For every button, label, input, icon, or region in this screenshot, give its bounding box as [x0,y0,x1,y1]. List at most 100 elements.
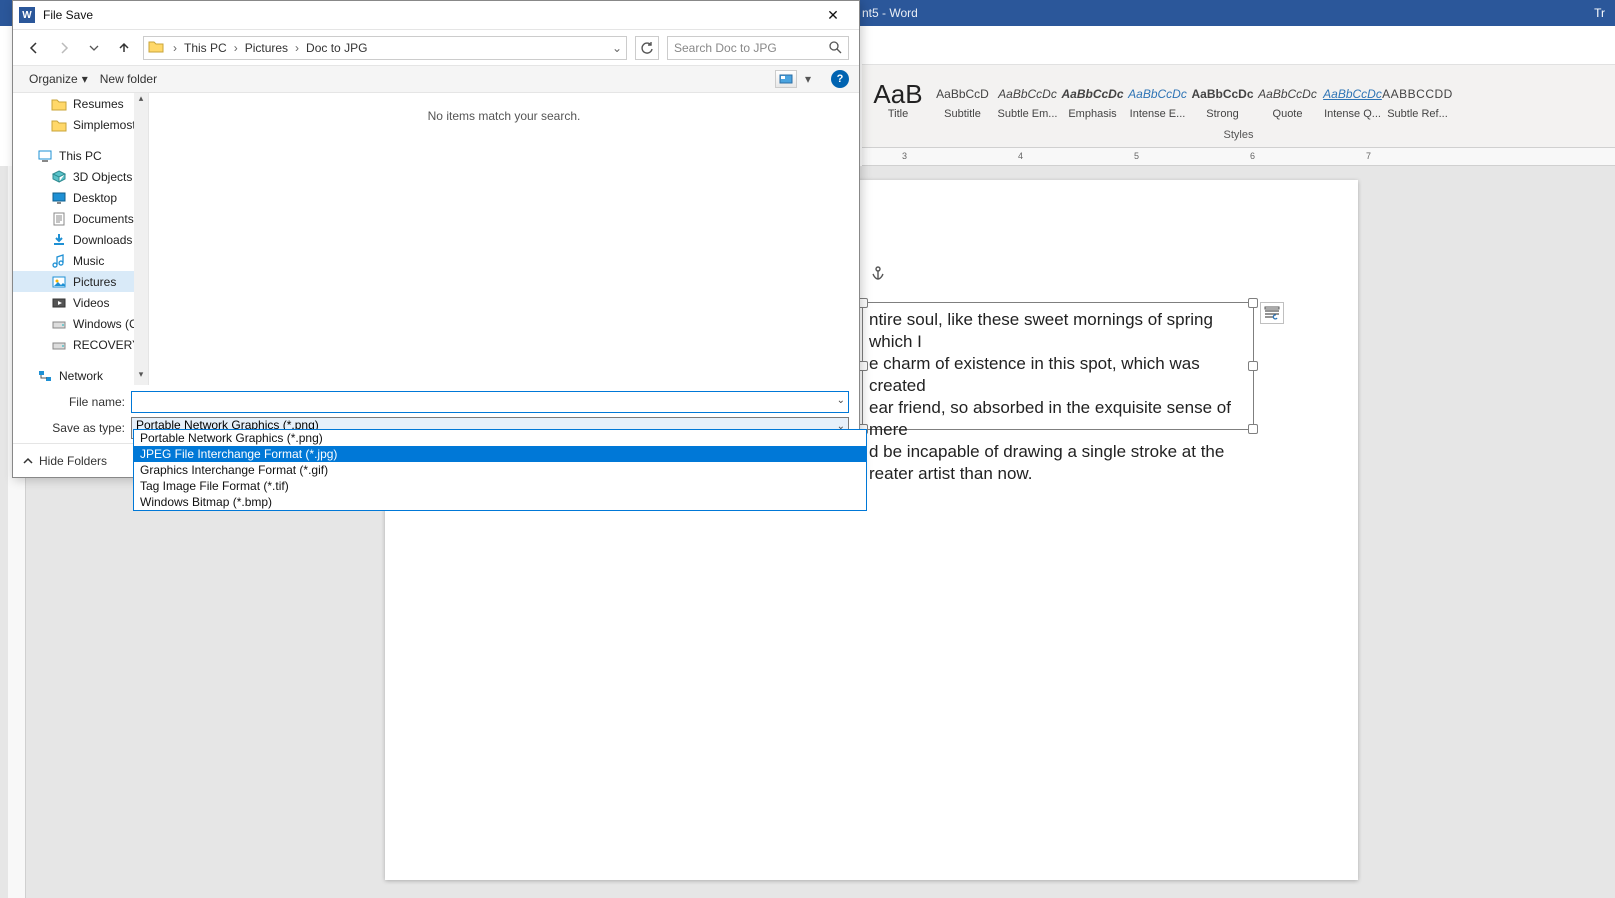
hide-folders-button[interactable]: Hide Folders [23,454,107,468]
scroll-down-icon[interactable]: ▾ [134,369,148,385]
dialog-toolbar: Organize ▾ New folder ▾ ? [13,65,859,93]
up-button[interactable] [113,37,135,59]
folder-icon [51,96,67,112]
filetype-option[interactable]: Windows Bitmap (*.bmp) [134,494,866,510]
filetype-option[interactable]: Tag Image File Format (*.tif) [134,478,866,494]
tree-item-resumes[interactable]: Resumes [13,93,135,114]
search-placeholder: Search Doc to JPG [674,41,777,55]
textbox-container: ntire soul, like these sweet mornings of… [862,262,1254,462]
search-input[interactable]: Search Doc to JPG [667,36,849,60]
resize-handle[interactable] [1248,424,1258,434]
resize-handle[interactable] [1248,361,1258,371]
tree-item-recovery-d-[interactable]: RECOVERY (D:) [13,334,135,355]
view-button[interactable] [775,70,797,88]
style-label: Emphasis [1061,108,1125,120]
filetype-option[interactable]: Portable Network Graphics (*.png) [134,430,866,446]
style-tile-quote[interactable]: AaBbCcDcQuote [1255,65,1320,121]
empty-message: No items match your search. [428,109,581,123]
ribbon: AaBTitleAaBbCcDSubtitleAaBbCcDcSubtle Em… [862,64,1615,148]
dialog-nav-row: › This PC › Pictures › Doc to JPG ⌄ Sear… [13,29,859,65]
style-label: Subtle Ref... [1386,108,1450,120]
tree-item-videos[interactable]: Videos [13,292,135,313]
tree-item-downloads[interactable]: Downloads [13,229,135,250]
dialog-titlebar[interactable]: W File Save ✕ [13,1,859,29]
tree-item-music[interactable]: Music [13,250,135,271]
crumb-doc-to-jpg[interactable]: Doc to JPG [302,41,371,55]
filetype-option[interactable]: JPEG File Interchange Format (*.jpg) [134,446,866,462]
saveastype-dropdown[interactable]: Portable Network Graphics (*.png)JPEG Fi… [133,429,867,511]
scroll-up-icon[interactable]: ▴ [134,93,148,109]
back-button[interactable] [23,37,45,59]
text-box[interactable]: ntire soul, like these sweet mornings of… [862,302,1254,430]
tree-item-windows-c-[interactable]: Windows (C:) [13,313,135,334]
tree-item-simplemost[interactable]: Simplemost [13,114,135,135]
breadcrumb-bar[interactable]: › This PC › Pictures › Doc to JPG ⌄ [143,36,627,60]
tree-item-documents[interactable]: Documents [13,208,135,229]
ruler-mark: 5 [1134,151,1139,161]
style-label: Subtitle [931,108,995,120]
style-tile-subtle-ref-[interactable]: AABBCCDDSubtle Ref... [1385,65,1450,121]
style-tile-title[interactable]: AaBTitle [866,65,930,121]
download-icon [51,232,67,248]
word-app-icon: W [19,7,35,23]
style-tile-intense-q-[interactable]: AaBbCcDc Intense Q... [1320,65,1385,121]
style-tile-subtitle[interactable]: AaBbCcD Subtitle [930,65,995,121]
resize-handle[interactable] [1248,298,1258,308]
address-dropdown-icon[interactable]: ⌄ [608,41,626,55]
forward-button[interactable] [53,37,75,59]
layout-options-button[interactable] [1260,302,1284,324]
search-icon [829,41,842,54]
view-dropdown-button[interactable]: ▾ [797,68,819,90]
dialog-body: ResumesSimplemost This PC3D ObjectsDeskto… [13,93,859,385]
chevron-up-icon [23,456,33,466]
word-title: nt5 - Word [862,6,918,20]
ruler-mark: 7 [1366,151,1371,161]
filetype-option[interactable]: Graphics Interchange Format (*.gif) [134,462,866,478]
crumb-chevron-icon[interactable]: › [231,41,241,55]
style-label: Title [866,108,930,120]
style-label: Intense Q... [1321,108,1385,120]
close-button[interactable]: ✕ [813,3,853,27]
desktop-icon [51,190,67,206]
style-tile-strong[interactable]: AaBbCcDcStrong [1190,65,1255,121]
textbox-content[interactable]: ntire soul, like these sweet mornings of… [869,309,1247,485]
crumb-this-pc[interactable]: This PC [180,41,231,55]
refresh-button[interactable] [635,36,659,60]
tree-item-desktop[interactable]: Desktop [13,187,135,208]
style-sample: AaBbCcD [936,82,989,106]
new-folder-button[interactable]: New folder [94,70,163,88]
organize-button[interactable]: Organize ▾ [23,70,94,88]
word-title-right: Tr [1594,6,1605,20]
crumb-chevron-icon[interactable]: › [170,41,180,55]
nav-tree[interactable]: ResumesSimplemost This PC3D ObjectsDeskto… [13,93,149,385]
crumb-pictures[interactable]: Pictures [241,41,292,55]
video-icon [51,295,67,311]
file-list-area[interactable]: No items match your search. [149,93,859,385]
style-tile-subtle-em-[interactable]: AaBbCcDcSubtle Em... [995,65,1060,121]
file-save-dialog: W File Save ✕ › This PC › Pictures › Doc… [12,0,860,478]
horizontal-ruler[interactable]: 34567 [862,148,1615,166]
tree-item--d-objects[interactable]: 3D Objects [13,166,135,187]
ruler-mark: 6 [1250,151,1255,161]
drive-icon [51,337,67,353]
style-tile-emphasis[interactable]: AaBbCcDcEmphasis [1060,65,1125,121]
help-button[interactable]: ? [831,70,849,88]
recent-locations-button[interactable] [83,37,105,59]
crumb-chevron-icon[interactable]: › [292,41,302,55]
ribbon-tabs-area [862,26,1615,64]
pc-icon [37,148,53,164]
style-sample: AaBbCcDc [1323,82,1382,106]
tree-scrollbar[interactable]: ▴ ▾ [134,93,148,385]
chevron-down-icon[interactable]: ⌄ [837,395,845,406]
styles-group-label: Styles [862,129,1615,141]
style-label: Subtle Em... [996,108,1060,120]
tree-item-network[interactable]: Network [13,365,135,385]
tree-item-this-pc[interactable]: This PC [13,145,135,166]
chevron-down-icon: ▾ [82,72,88,86]
network-icon [37,368,53,384]
drive-icon [51,316,67,332]
style-tile-intense-e-[interactable]: AaBbCcDcIntense E... [1125,65,1190,121]
tree-item-pictures[interactable]: Pictures [13,271,135,292]
ruler-mark: 4 [1018,151,1023,161]
filename-input[interactable]: ⌄ [131,391,849,413]
